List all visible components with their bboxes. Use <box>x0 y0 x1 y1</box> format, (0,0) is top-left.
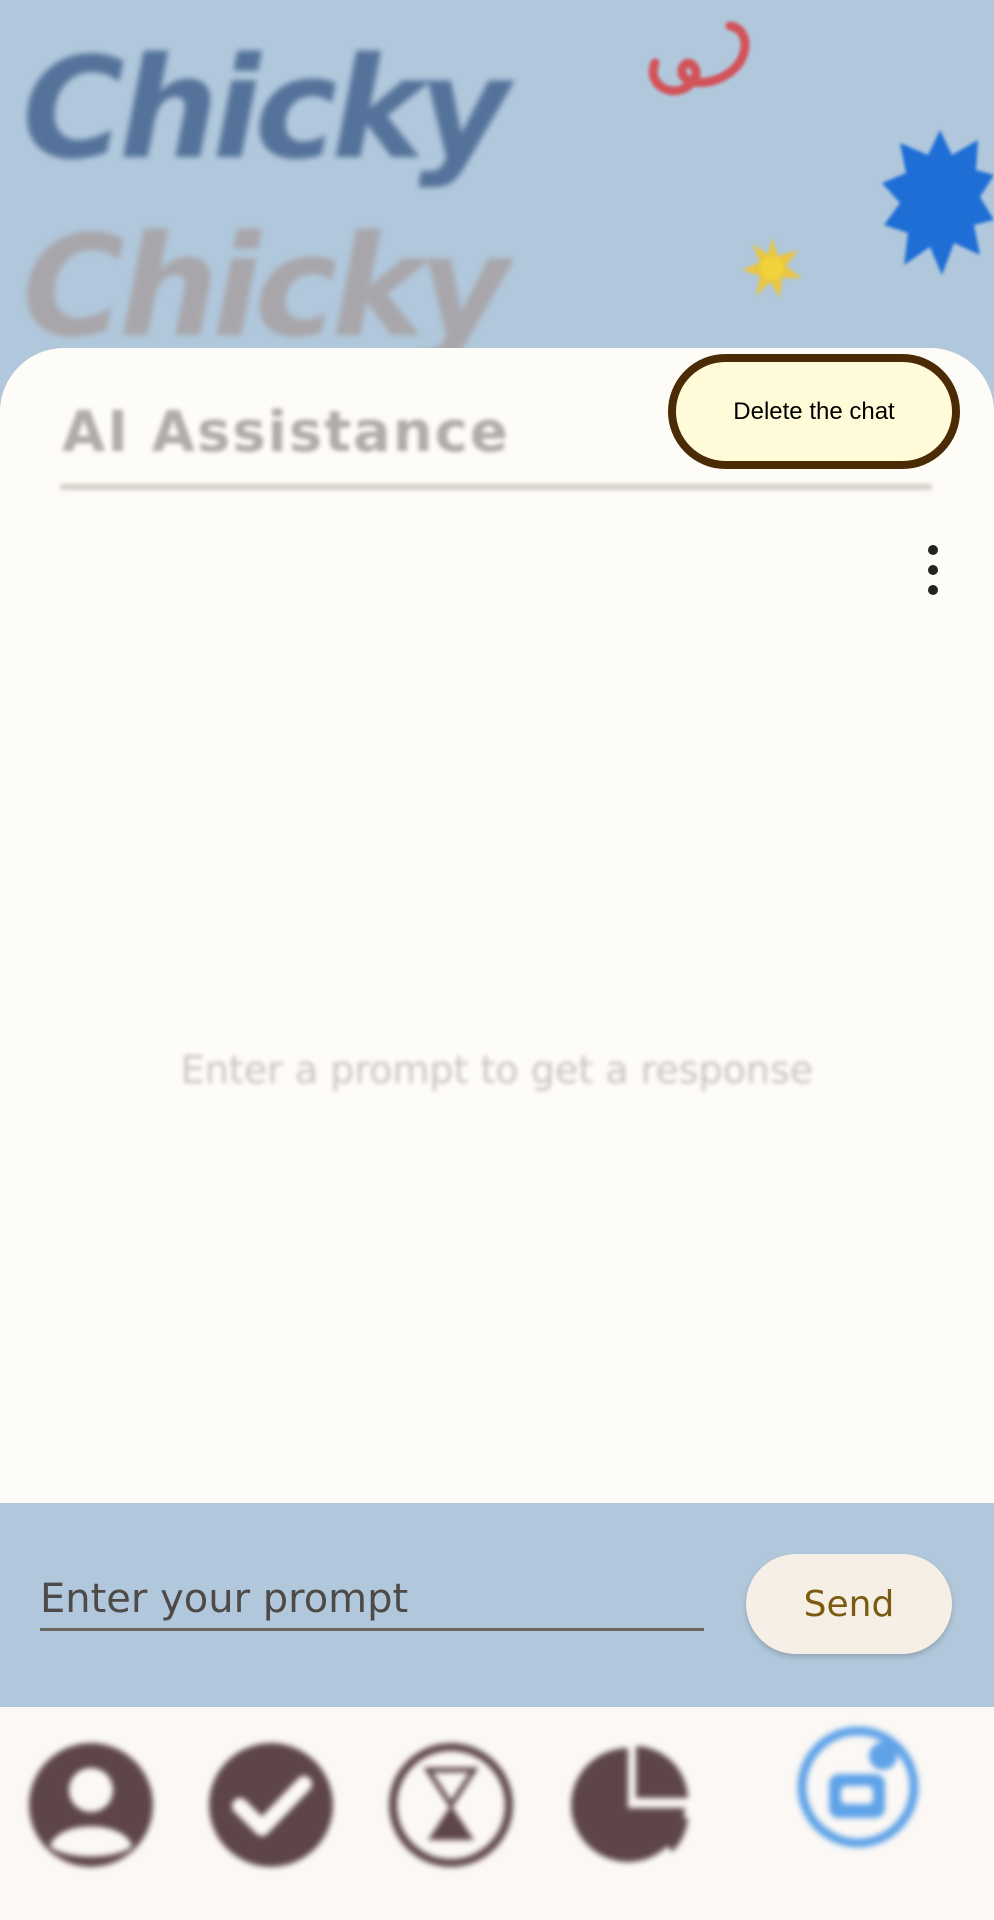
delete-chat-tooltip: Delete the chat <box>668 354 960 469</box>
empty-chat-hint: Enter a prompt to get a response <box>180 1048 814 1092</box>
app-logo-shadow: Chicky <box>22 206 510 369</box>
pie-chart-icon <box>571 1746 688 1862</box>
assistant-bot-icon <box>797 1726 919 1848</box>
app-logo: Chicky <box>22 28 510 191</box>
chat-card <box>0 348 994 1503</box>
nav-timer[interactable] <box>388 1742 514 1868</box>
tooltip-text: Delete the chat <box>733 397 895 425</box>
prompt-input[interactable] <box>40 1570 704 1631</box>
nav-stats[interactable] <box>568 1742 694 1868</box>
send-button[interactable]: Send <box>746 1554 952 1654</box>
chat-title: AI Assistance <box>62 400 510 465</box>
profile-icon <box>29 1743 153 1867</box>
check-icon <box>209 1743 333 1867</box>
nav-tasks[interactable] <box>208 1742 334 1868</box>
title-divider <box>60 484 932 490</box>
nav-profile[interactable] <box>28 1742 154 1868</box>
more-vert-icon[interactable] <box>920 545 946 595</box>
hourglass-icon <box>389 1743 513 1867</box>
nav-assistant[interactable] <box>795 1724 921 1850</box>
